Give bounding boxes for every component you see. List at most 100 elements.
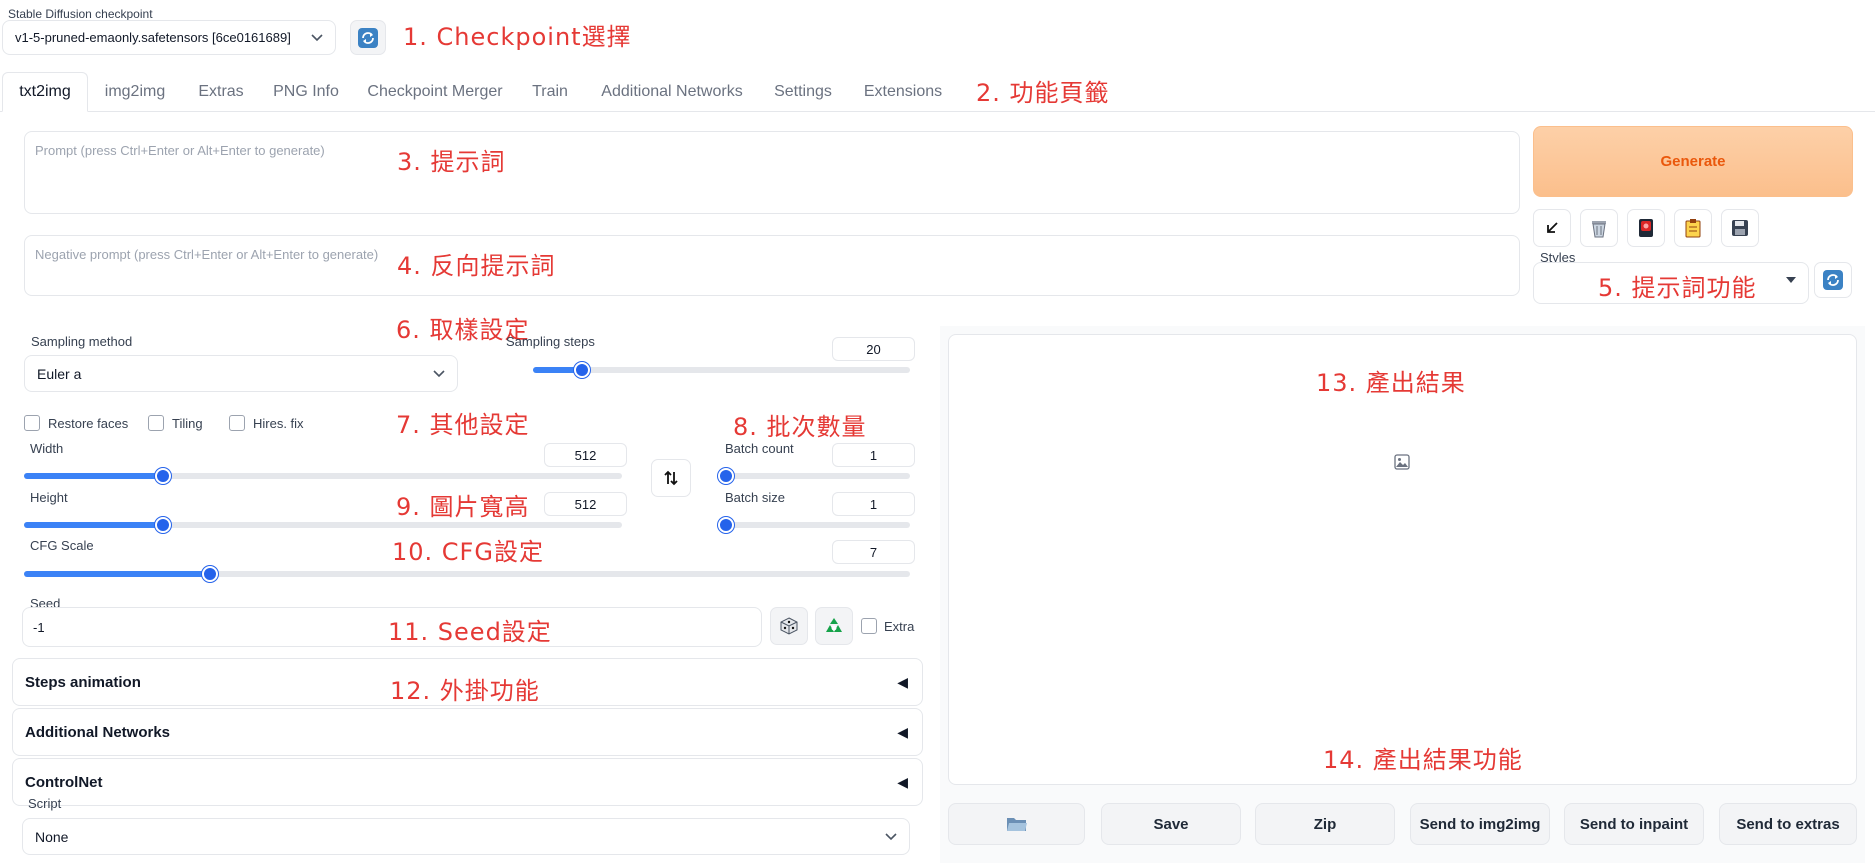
slider-thumb[interactable] [574,362,590,378]
annotation-13: 13. 產出結果 [1316,369,1466,397]
save-button[interactable]: Save [1101,803,1241,845]
accordion-title: Steps animation [25,673,141,691]
batch-size-input[interactable]: 1 [832,492,915,516]
open-folder-button[interactable] [948,803,1085,845]
annotation-12: 12. 外掛功能 [390,677,540,705]
batch-size-label: Batch size [725,490,785,505]
recycle-icon [826,618,842,632]
caret-left-icon: ◀ [897,773,908,790]
script-select[interactable]: None [22,818,910,855]
prompt-input[interactable]: Prompt (press Ctrl+Enter or Alt+Enter to… [24,131,1520,214]
swap-vertical-icon [664,470,678,486]
tab-extras[interactable]: Extras [188,72,254,112]
restore-faces-checkbox[interactable] [24,415,40,431]
tab-bar: txt2img img2img Extras PNG Info Checkpoi… [0,72,1875,112]
script-value: None [35,828,69,845]
annotation-7: 7. 其他設定 [396,411,530,439]
refresh-icon [1823,270,1843,290]
tab-png-info[interactable]: PNG Info [268,72,344,112]
width-slider[interactable] [24,468,622,484]
negative-prompt-input[interactable]: Negative prompt (press Ctrl+Enter or Alt… [24,235,1520,296]
chevron-down-icon [885,832,897,840]
checkpoint-label: Stable Diffusion checkpoint [8,7,153,21]
cfg-scale-input[interactable]: 7 [832,540,915,564]
tiling-checkbox[interactable] [148,415,164,431]
sampling-steps-input[interactable]: 20 [832,337,915,361]
tab-extensions[interactable]: Extensions [858,72,948,112]
apply-style-button[interactable] [1674,209,1712,247]
refresh-styles-button[interactable] [1814,262,1852,298]
batch-count-label: Batch count [725,441,794,456]
refresh-icon [358,27,378,48]
sampling-steps-label: Sampling steps [506,334,595,349]
send-to-extras-button[interactable]: Send to extras [1719,803,1857,845]
read-params-button[interactable] [1533,209,1571,247]
reuse-seed-button[interactable] [815,607,853,645]
sampling-steps-slider[interactable] [533,362,910,378]
slider-thumb[interactable] [155,517,172,533]
annotation-3: 3. 提示詞 [397,148,506,176]
cfg-scale-slider[interactable] [24,566,910,582]
checkpoint-select[interactable]: v1-5-pruned-emaonly.safetensors [6ce0161… [2,20,336,55]
refresh-checkpoint-button[interactable] [350,20,386,55]
extra-networks-button[interactable] [1627,209,1665,247]
tab-img2img[interactable]: img2img [92,72,178,112]
accordion-title: Additional Networks [25,723,171,741]
batch-count-input[interactable]: 1 [832,443,915,467]
zip-button[interactable]: Zip [1255,803,1395,845]
annotation-11: 11. Seed設定 [388,618,552,646]
folder-icon [1006,818,1027,831]
annotation-1: 1. Checkpoint選擇 [403,23,632,51]
annotation-4: 4. 反向提示詞 [397,252,556,280]
height-slider[interactable] [24,517,622,533]
tab-additional-networks[interactable]: Additional Networks [594,72,750,112]
annotation-10: 10. CFG設定 [392,538,544,566]
image-placeholder-icon [1394,454,1410,470]
output-gallery[interactable] [948,334,1857,785]
width-label: Width [30,441,64,456]
hires-fix-checkbox[interactable] [229,415,245,431]
sampling-method-select[interactable]: Euler a [24,355,458,392]
tab-settings[interactable]: Settings [766,72,840,112]
arrow-down-left-icon [1547,222,1558,233]
annotation-2: 2. 功能頁籤 [976,79,1110,107]
annotation-9: 9. 圖片寬高 [396,493,530,521]
slider-fill [24,571,211,577]
clear-prompt-button[interactable] [1580,209,1618,247]
restore-faces-label: Restore faces [48,416,129,431]
save-style-button[interactable] [1721,209,1759,247]
clipboard-icon [1685,219,1701,238]
send-to-img2img-button[interactable]: Send to img2img [1410,803,1550,845]
caret-down-icon [1786,277,1796,283]
tab-train[interactable]: Train [524,72,576,112]
slider-thumb[interactable] [155,468,172,484]
slider-thumb[interactable] [202,566,219,582]
height-input[interactable]: 512 [544,492,627,516]
dice-icon [780,617,798,635]
height-label: Height [30,490,68,505]
tab-txt2img[interactable]: txt2img [2,72,88,112]
extra-seed-label: Extra [884,619,915,634]
annotation-8: 8. 批次數量 [733,413,867,441]
width-input[interactable]: 512 [544,443,627,467]
send-to-inpaint-button[interactable]: Send to inpaint [1564,803,1704,845]
batch-size-slider[interactable] [718,517,910,533]
slider-thumb[interactable] [718,468,734,484]
slider-thumb[interactable] [718,517,734,533]
generate-button[interactable]: Generate [1533,126,1853,197]
checkpoint-value: v1-5-pruned-emaonly.safetensors [6ce0161… [15,30,291,45]
hires-fix-label: Hires. fix [253,416,304,431]
random-seed-button[interactable] [770,607,808,645]
slider-fill [24,522,164,528]
swap-dimensions-button[interactable] [651,459,691,497]
tab-checkpoint-merger[interactable]: Checkpoint Merger [360,72,510,112]
caret-left-icon: ◀ [897,723,908,740]
batch-count-slider[interactable] [718,468,910,484]
accordion-controlnet[interactable]: ControlNet ◀ [12,758,923,806]
annotation-14: 14. 產出結果功能 [1323,746,1523,774]
annotation-5: 5. 提示詞功能 [1598,274,1757,302]
script-label: Script [28,796,62,811]
tiling-label: Tiling [172,416,203,431]
accordion-additional-networks[interactable]: Additional Networks ◀ [12,708,923,756]
extra-seed-checkbox[interactable] [861,618,877,634]
